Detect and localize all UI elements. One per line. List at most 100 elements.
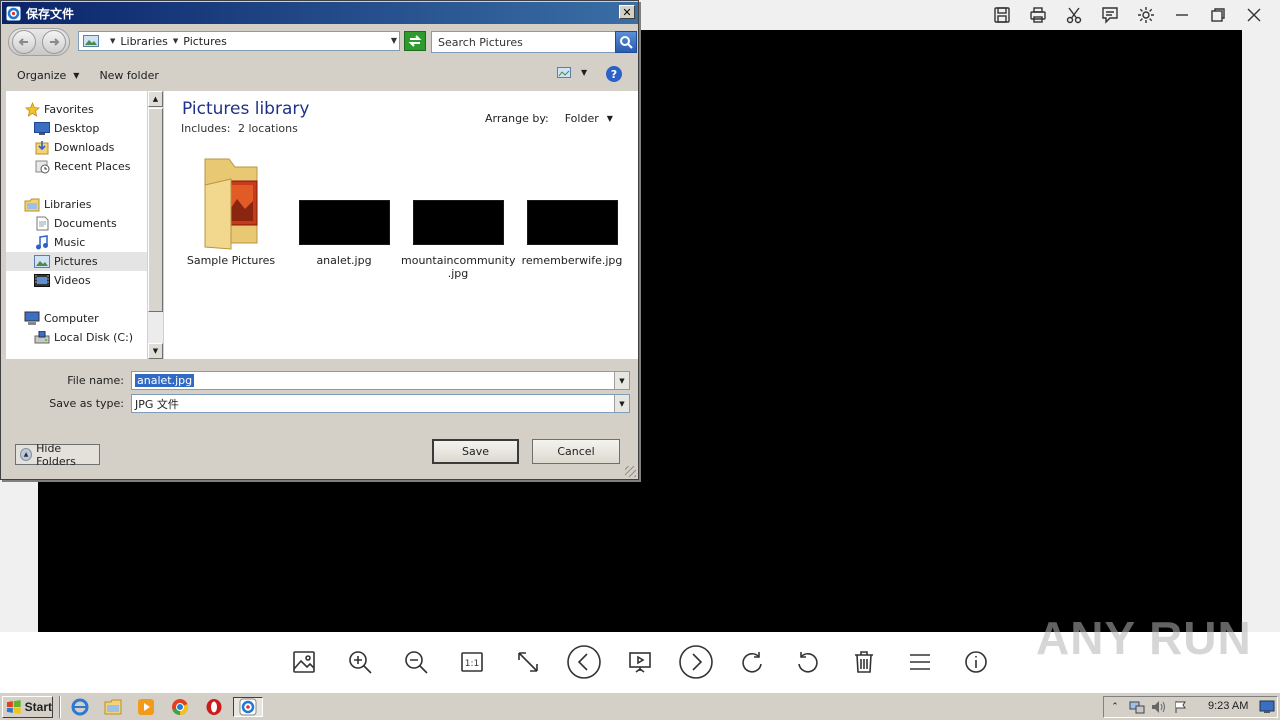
media-player-icon[interactable] [135,697,157,717]
previous-icon[interactable] [556,642,612,682]
address-bar[interactable]: ▼ Libraries ▼ Pictures ▼ [78,31,400,51]
actual-size-icon[interactable]: 1:1 [444,642,500,682]
file-item-rememberwife[interactable]: rememberwife.jpg [515,200,629,267]
file-item-mountaincommunity[interactable]: mountaincommunity .jpg [401,200,516,280]
search-input[interactable]: Search Pictures [431,31,637,53]
includes-locations-link[interactable]: 2 locations [238,122,298,135]
next-icon[interactable] [668,642,724,682]
organize-menu[interactable]: Organize ▼ [17,69,79,82]
nav-item-recent-places[interactable]: Recent Places [34,157,131,176]
search-button[interactable] [615,31,637,53]
hide-folders-label: Hide Folders [36,441,76,468]
zoom-out-icon[interactable] [388,642,444,682]
restore-icon[interactable] [1200,0,1236,30]
file-name: mountaincommunity .jpg [401,254,516,280]
nav-label: Libraries [44,198,92,211]
nav-item-favorites[interactable]: Favorites [24,100,94,119]
pictures-icon [34,254,50,269]
scroll-down-icon[interactable]: ▼ [148,343,163,359]
chevron-down-icon: ▼ [73,70,80,80]
breadcrumb-arrow-icon: ▼ [110,37,116,45]
back-button[interactable] [12,30,36,54]
viewer-top-toolbar [984,0,1272,30]
arrange-value-button[interactable]: Folder [565,112,599,125]
new-folder-button[interactable]: New folder [99,69,158,82]
file-item-sample-pictures[interactable]: Sample Pictures [174,151,288,267]
zoom-in-icon[interactable] [332,642,388,682]
resize-grip[interactable] [625,466,636,477]
help-icon[interactable]: ? [606,66,622,82]
nav-item-computer[interactable]: Computer [24,309,99,328]
filename-field[interactable]: analet.jpg ▼ [131,371,630,390]
network-icon[interactable] [1126,699,1148,715]
hide-folders-button[interactable]: ▲ Hide Folders [15,441,100,468]
file-item-analet[interactable]: analet.jpg [287,200,401,267]
scroll-up-icon[interactable]: ▲ [148,91,163,107]
close-icon[interactable] [1236,0,1272,30]
image-thumbnail [412,200,504,245]
videos-icon [34,273,50,288]
nav-item-libraries[interactable]: Libraries [24,195,92,214]
chevron-down-icon[interactable]: ▼ [614,372,629,389]
navigation-scrollbar[interactable]: ▲ ▼ [147,91,163,359]
app-icon [6,6,21,20]
dialog-titlebar[interactable]: 保存文件 ✕ [2,2,638,24]
save-button[interactable]: Save [432,439,519,464]
clock[interactable]: 9:23 AM [1208,700,1248,712]
opera-icon[interactable] [203,697,225,717]
nav-item-music[interactable]: Music [34,233,85,252]
nav-item-downloads[interactable]: Downloads [34,138,114,157]
breadcrumb-pictures[interactable]: Pictures [183,35,227,48]
chrome-icon[interactable] [169,697,191,717]
nav-item-videos[interactable]: Videos [34,271,91,290]
nav-item-local-disk[interactable]: Local Disk (C:) [34,328,133,347]
nav-item-desktop[interactable]: Desktop [34,119,99,138]
includes-label: Includes: [181,122,231,135]
file-explorer-icon[interactable] [102,697,124,717]
action-center-flag-icon[interactable] [1170,699,1192,715]
scroll-thumb[interactable] [148,108,163,312]
chevron-down-icon[interactable]: ▼ [607,114,613,123]
info-icon[interactable] [948,642,1004,682]
watermark-text: ANY RUN [1036,612,1252,664]
menu-icon[interactable] [892,642,948,682]
cancel-button[interactable]: Cancel [532,439,620,464]
file-name: analet.jpg [316,254,372,267]
library-includes: Includes: 2 locations [181,122,298,135]
nav-label: Music [54,236,86,249]
image-thumbnail [298,200,390,245]
forward-button[interactable] [42,30,66,54]
svg-text:1:1: 1:1 [465,659,479,669]
breadcrumb-libraries[interactable]: Libraries [120,35,168,48]
navigation-pane: Favorites Desktop Downloads Recent Place… [6,91,147,359]
rotate-left-icon[interactable] [780,642,836,682]
image-viewer-taskbar-button[interactable] [233,697,263,717]
fullscreen-icon[interactable] [500,642,556,682]
nav-item-pictures[interactable]: Pictures [6,252,147,271]
save-type-select[interactable]: JPG 文件 ▼ [131,394,630,413]
chevron-down-icon[interactable]: ▼ [614,395,629,412]
rotate-right-icon[interactable] [724,642,780,682]
change-view-button[interactable]: ▼ [557,67,587,78]
refresh-icon [408,35,422,47]
nav-item-documents[interactable]: Documents [34,214,117,233]
print-icon[interactable] [1020,0,1056,30]
show-desktop-icon[interactable] [1256,699,1278,715]
slideshow-icon[interactable] [612,642,668,682]
volume-icon[interactable] [1148,699,1170,715]
delete-icon[interactable] [836,642,892,682]
start-label: Start [24,700,52,714]
cut-icon[interactable] [1056,0,1092,30]
show-hidden-icons-icon[interactable]: ⌃ [1104,699,1126,715]
dialog-close-button[interactable]: ✕ [619,5,635,19]
image-icon[interactable] [276,642,332,682]
refresh-button[interactable] [404,31,426,51]
save-icon[interactable] [984,0,1020,30]
address-dropdown-icon[interactable]: ▼ [391,36,397,45]
internet-explorer-icon[interactable] [69,697,91,717]
settings-icon[interactable] [1128,0,1164,30]
comment-icon[interactable] [1092,0,1128,30]
start-button[interactable]: Start [2,696,53,718]
minimize-icon[interactable] [1164,0,1200,30]
windows-flag-icon [6,700,21,714]
